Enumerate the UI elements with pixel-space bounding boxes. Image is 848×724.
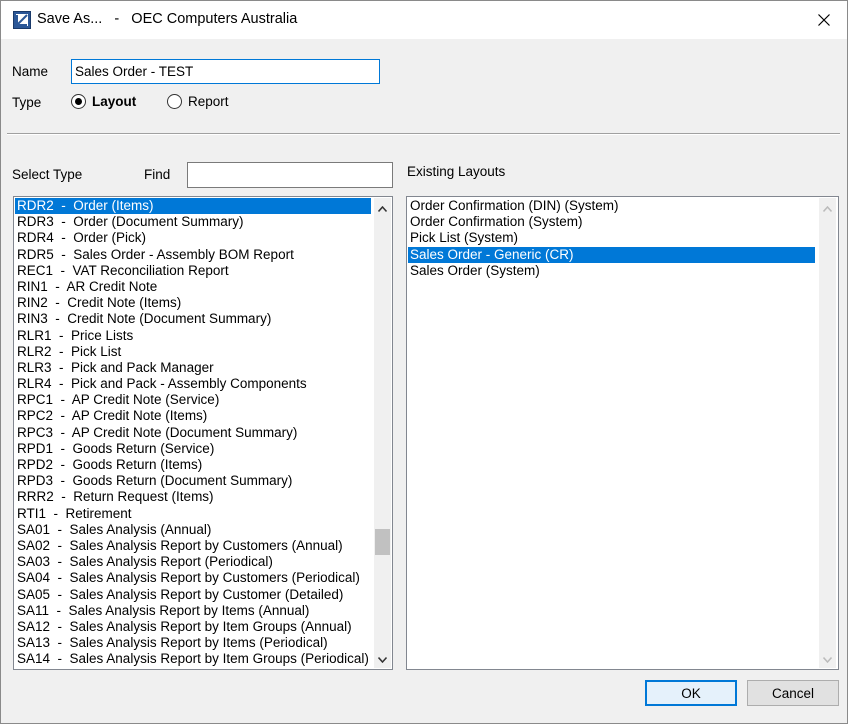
existing-layouts-items: Order Confirmation (DIN) (System) Order C… <box>408 198 815 279</box>
select-type-item[interactable]: SA13 - Sales Analysis Report by Items (P… <box>15 635 371 651</box>
select-type-item[interactable]: RLR4 - Pick and Pack - Assembly Componen… <box>15 376 371 392</box>
select-type-item[interactable]: SA03 - Sales Analysis Report (Periodical… <box>15 554 371 570</box>
find-label: Find <box>144 167 171 182</box>
name-input[interactable] <box>71 59 380 84</box>
type-radio-report-label: Report <box>188 94 229 109</box>
select-type-item[interactable]: RPD3 - Goods Return (Document Summary) <box>15 473 371 489</box>
select-type-item[interactable]: SA14 - Sales Analysis Report by Item Gro… <box>15 651 371 667</box>
close-icon <box>818 14 830 26</box>
title-bar: Save As... - OEC Computers Australia <box>1 1 847 39</box>
find-input[interactable] <box>187 162 393 188</box>
chevron-down-icon <box>378 656 387 663</box>
save-as-dialog: Save As... - OEC Computers Australia Nam… <box>0 0 848 724</box>
chevron-up-icon <box>823 205 832 212</box>
select-type-item[interactable]: SA01 - Sales Analysis (Annual) <box>15 522 371 538</box>
select-type-item[interactable]: RIN3 - Credit Note (Document Summary) <box>15 311 371 327</box>
radio-checked-icon <box>71 94 86 109</box>
select-type-item[interactable]: SA11 - Sales Analysis Report by Items (A… <box>15 603 371 619</box>
select-type-item[interactable]: RDR4 - Order (Pick) <box>15 230 371 246</box>
select-type-item[interactable]: RDR3 - Order (Document Summary) <box>15 214 371 230</box>
select-type-item[interactable]: RPC3 - AP Credit Note (Document Summary) <box>15 425 371 441</box>
select-type-scrollbar[interactable] <box>374 198 391 668</box>
select-type-item[interactable]: RPD1 - Goods Return (Service) <box>15 441 371 457</box>
existing-layouts-list[interactable]: Order Confirmation (DIN) (System) Order C… <box>406 196 839 670</box>
existing-layout-item[interactable]: Order Confirmation (System) <box>408 214 815 230</box>
chevron-up-icon <box>378 205 387 212</box>
type-radio-layout-label: Layout <box>92 94 137 109</box>
cancel-button[interactable]: Cancel <box>747 680 839 706</box>
select-type-items: RDR2 - Order (Items) RDR3 - Order (Docume… <box>15 198 371 667</box>
name-label: Name <box>12 64 49 79</box>
select-type-label: Select Type <box>12 167 83 182</box>
select-type-item[interactable]: RIN2 - Credit Note (Items) <box>15 295 371 311</box>
select-type-item[interactable]: SA05 - Sales Analysis Report by Customer… <box>15 587 371 603</box>
app-icon <box>13 11 31 29</box>
select-type-list[interactable]: RDR2 - Order (Items) RDR3 - Order (Docume… <box>13 196 393 670</box>
scroll-down-arrow[interactable] <box>374 651 391 668</box>
select-type-item[interactable]: RPD2 - Goods Return (Items) <box>15 457 371 473</box>
scroll-down-arrow[interactable] <box>819 651 836 668</box>
existing-layout-item[interactable]: Pick List (System) <box>408 230 815 246</box>
select-type-item[interactable]: RDR2 - Order (Items) <box>15 198 371 215</box>
select-type-item[interactable]: RDR5 - Sales Order - Assembly BOM Report <box>15 247 371 263</box>
scroll-up-arrow[interactable] <box>374 200 391 217</box>
ok-button[interactable]: OK <box>645 680 737 706</box>
existing-layout-item[interactable]: Sales Order (System) <box>408 263 815 279</box>
select-type-item[interactable]: SA02 - Sales Analysis Report by Customer… <box>15 538 371 554</box>
radio-unchecked-icon <box>167 94 182 109</box>
type-label: Type <box>12 95 42 110</box>
select-type-item[interactable]: REC1 - VAT Reconciliation Report <box>15 263 371 279</box>
select-type-item[interactable]: RRR2 - Return Request (Items) <box>15 489 371 505</box>
close-button[interactable] <box>801 1 847 39</box>
select-type-item[interactable]: RLR2 - Pick List <box>15 344 371 360</box>
existing-layouts-label: Existing Layouts <box>407 164 506 179</box>
scroll-up-arrow[interactable] <box>819 200 836 217</box>
type-radio-report[interactable]: Report <box>167 94 229 109</box>
select-type-item[interactable]: RPC2 - AP Credit Note (Items) <box>15 408 371 424</box>
select-type-item[interactable]: RPC1 - AP Credit Note (Service) <box>15 392 371 408</box>
chevron-down-icon <box>823 656 832 663</box>
existing-layout-item[interactable]: Sales Order - Generic (CR) <box>408 246 815 263</box>
select-type-item[interactable]: RTI1 - Retirement <box>15 506 371 522</box>
select-type-item[interactable]: RIN1 - AR Credit Note <box>15 279 371 295</box>
existing-layouts-scrollbar[interactable] <box>819 198 836 668</box>
window-title: Save As... - OEC Computers Australia <box>37 11 298 27</box>
select-type-item[interactable]: RLR1 - Price Lists <box>15 328 371 344</box>
scroll-thumb[interactable] <box>375 529 390 555</box>
type-radio-layout[interactable]: Layout <box>71 94 136 109</box>
existing-layout-item[interactable]: Order Confirmation (DIN) (System) <box>408 198 815 214</box>
separator <box>7 133 840 135</box>
select-type-item[interactable]: SA12 - Sales Analysis Report by Item Gro… <box>15 619 371 635</box>
select-type-item[interactable]: RLR3 - Pick and Pack Manager <box>15 360 371 376</box>
select-type-item[interactable]: SA04 - Sales Analysis Report by Customer… <box>15 570 371 586</box>
